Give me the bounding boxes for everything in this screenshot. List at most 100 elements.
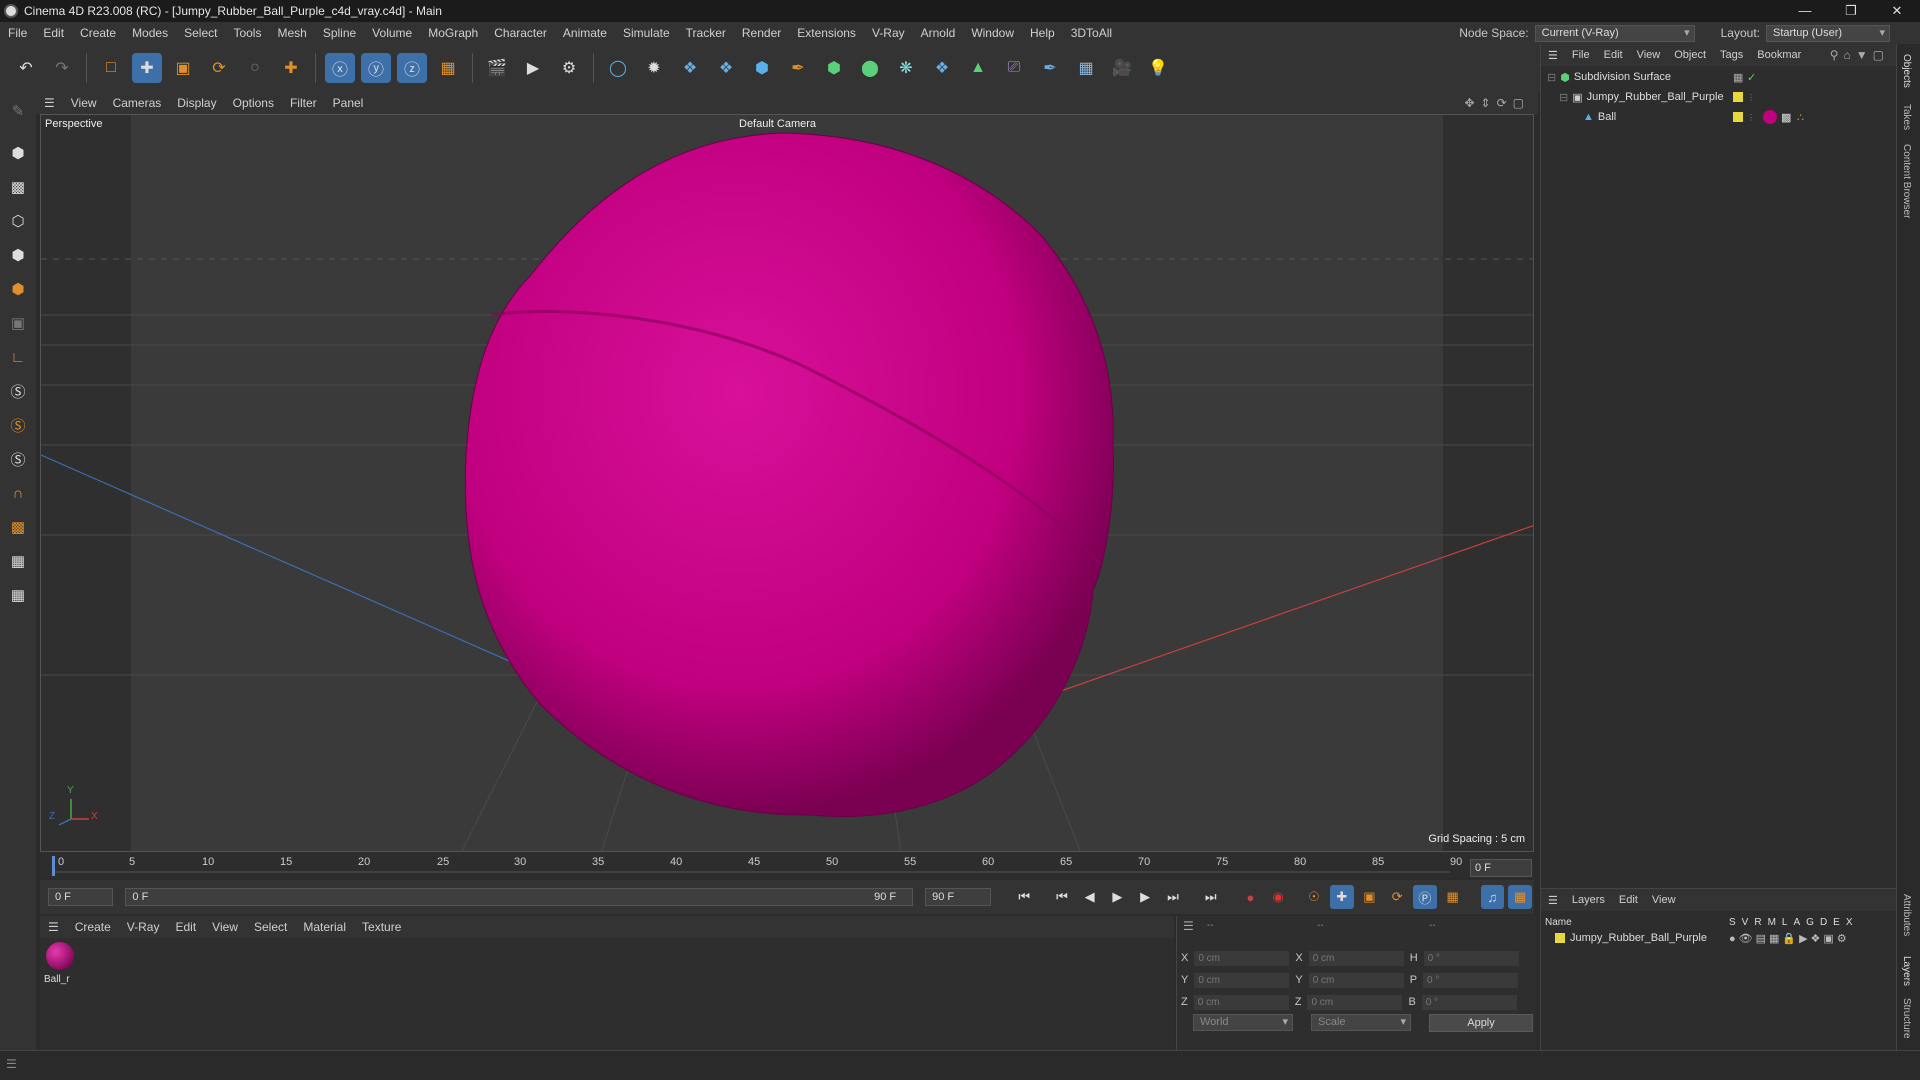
menu-tracker[interactable]: Tracker xyxy=(678,22,734,44)
magnet-icon[interactable]: ∩ xyxy=(3,478,33,508)
viewport-menu-options[interactable]: Options xyxy=(225,96,282,110)
redo-icon[interactable]: ↷ xyxy=(47,53,77,83)
material-menu-select[interactable]: Select xyxy=(246,920,295,934)
menu-character[interactable]: Character xyxy=(486,22,555,44)
maximize-button[interactable]: ❐ xyxy=(1828,0,1874,22)
menu-modes[interactable]: Modes xyxy=(124,22,176,44)
autokey-icon[interactable]: ◉ xyxy=(1266,885,1290,909)
axis-mode-icon[interactable]: ∟ xyxy=(3,342,33,372)
layer-menu-layers[interactable]: Layers xyxy=(1565,894,1612,906)
key-parameter-icon[interactable]: Ⓟ xyxy=(1413,885,1437,909)
checker-tag-icon[interactable]: ▩ xyxy=(1781,111,1791,124)
minimize-button[interactable]: — xyxy=(1782,0,1828,22)
object-menu-object[interactable]: Object xyxy=(1667,49,1713,61)
menu-select[interactable]: Select xyxy=(176,22,225,44)
menu-vray[interactable]: V-Ray xyxy=(864,22,913,44)
deformer-icon[interactable]: ▲ xyxy=(963,53,993,83)
size-mode-dropdown[interactable]: Scale xyxy=(1311,1014,1411,1031)
motion-system-icon[interactable]: ♫ xyxy=(1480,885,1505,909)
position-z-field[interactable]: 0 cm xyxy=(1193,994,1289,1010)
object-hamburger-icon[interactable]: ☰ xyxy=(1541,49,1565,62)
y-axis-lock-icon[interactable]: ⓨ xyxy=(361,53,391,83)
key-rotation-icon[interactable]: ⟳ xyxy=(1385,885,1409,909)
tab-content-browser[interactable]: Content Browser xyxy=(1901,144,1912,218)
object-menu-bookmarks[interactable]: Bookmar xyxy=(1750,49,1808,61)
menu-mesh[interactable]: Mesh xyxy=(269,22,314,44)
tab-attributes[interactable]: Attributes xyxy=(1901,894,1912,936)
apply-button[interactable]: Apply xyxy=(1429,1014,1533,1032)
visibility-dots-icon[interactable]: ⋮ xyxy=(1747,113,1755,122)
status-hamburger-icon[interactable]: ☰ xyxy=(6,1057,17,1071)
material-menu-texture[interactable]: Texture xyxy=(354,920,409,934)
play-icon[interactable]: ▶ xyxy=(1106,885,1130,909)
menu-extensions[interactable]: Extensions xyxy=(789,22,864,44)
next-frame-icon[interactable]: ▶ xyxy=(1133,885,1157,909)
object-menu-file[interactable]: File xyxy=(1565,49,1597,61)
render-view-icon[interactable]: 🎬 xyxy=(482,53,512,83)
edges-mode-icon[interactable]: ⬢ xyxy=(3,240,33,270)
material-hamburger-icon[interactable]: ☰ xyxy=(40,920,67,934)
viewport-menu-display[interactable]: Display xyxy=(169,96,224,110)
menu-window[interactable]: Window xyxy=(963,22,1022,44)
visibility-dots-icon[interactable]: ⋮ xyxy=(1747,93,1755,102)
extrude-generator-icon[interactable]: ⬤ xyxy=(855,53,885,83)
start-frame-field[interactable]: 0 F xyxy=(48,888,114,906)
polygons-mode-icon[interactable]: ⬢ xyxy=(3,274,33,304)
editor-visibility-icon[interactable]: ▦ xyxy=(1733,71,1743,84)
timeline-window-icon[interactable]: ▦ xyxy=(1508,885,1533,909)
layer-menu-view[interactable]: View xyxy=(1645,894,1683,906)
object-menu-view[interactable]: View xyxy=(1630,49,1668,61)
viewport-menu-filter[interactable]: Filter xyxy=(282,96,325,110)
key-scale-icon[interactable]: ▣ xyxy=(1358,885,1382,909)
render-settings-icon[interactable]: ⚙ xyxy=(554,53,584,83)
layout-dropdown[interactable]: Startup (User) xyxy=(1766,24,1890,42)
timeline-ruler[interactable]: 0 5 10 15 20 25 30 35 40 45 50 55 60 65 … xyxy=(40,852,1534,878)
menu-mograph[interactable]: MoGraph xyxy=(420,22,486,44)
world-coordinates-icon[interactable]: ▦ xyxy=(433,53,463,83)
x-axis-lock-icon[interactable]: ⓧ xyxy=(325,53,355,83)
layer-color-swatch[interactable] xyxy=(1555,933,1565,943)
menu-arnold[interactable]: Arnold xyxy=(913,22,964,44)
viewport-menu-view[interactable]: View xyxy=(63,96,105,110)
material-name[interactable]: Ball_r xyxy=(44,974,70,985)
object-search-icon[interactable]: ⚲⌂▼▢ xyxy=(1830,48,1889,62)
active-camera-label[interactable]: Default Camera xyxy=(739,118,816,130)
light-bulb-icon[interactable]: 💡 xyxy=(1143,53,1173,83)
key-position-icon[interactable]: ✚ xyxy=(1329,885,1354,909)
goto-end-icon[interactable]: ⏭ xyxy=(1199,885,1223,909)
size-z-field[interactable]: 0 cm xyxy=(1307,994,1403,1010)
rotation-b-field[interactable]: 0 ° xyxy=(1421,994,1517,1010)
environment-icon[interactable]: ✒ xyxy=(1035,53,1065,83)
scale-tool-icon[interactable]: ▣ xyxy=(168,53,198,83)
menu-edit[interactable]: Edit xyxy=(35,22,72,44)
python-script-icon[interactable]: ❖ xyxy=(675,53,705,83)
layer-color-swatch[interactable] xyxy=(1733,112,1743,122)
layer-hamburger-icon[interactable]: ☰ xyxy=(1541,894,1565,907)
rotation-p-field[interactable]: 0 ° xyxy=(1423,972,1519,988)
material-menu-create[interactable]: Create xyxy=(67,920,119,934)
preview-range-slider[interactable]: 0 F 90 F xyxy=(125,888,914,906)
grid-lock-icon[interactable]: ▦ xyxy=(3,546,33,576)
layer-row[interactable]: Jumpy_Rubber_Ball_Purple ●👁▤▦🔒▶❖▣⚙ xyxy=(1555,929,1891,947)
snap-settings-icon[interactable]: Ⓢ xyxy=(3,410,33,440)
menu-file[interactable]: File xyxy=(0,22,35,44)
tab-layers[interactable]: Layers xyxy=(1901,956,1912,986)
material-menu-vray[interactable]: V-Ray xyxy=(119,920,168,934)
tab-objects[interactable]: Objects xyxy=(1901,54,1912,88)
python-generator-icon[interactable]: ❖ xyxy=(927,53,957,83)
subdivision-surface-icon[interactable]: ⬢ xyxy=(819,53,849,83)
menu-animate[interactable]: Animate xyxy=(555,22,615,44)
prev-key-icon[interactable]: ⏮ xyxy=(1050,885,1074,909)
material-menu-material[interactable]: Material xyxy=(295,920,354,934)
menu-create[interactable]: Create xyxy=(72,22,124,44)
uv-mode-icon[interactable]: ▣ xyxy=(3,308,33,338)
viewport-nav-icons[interactable]: ✥⇕⟳▢ xyxy=(1464,96,1530,110)
object-row-jumpy-rubber-ball[interactable]: ⊟ ▣ Jumpy_Rubber_Ball_Purple ⋮ xyxy=(1559,88,1887,106)
make-editable-icon[interactable]: ✎ xyxy=(3,96,33,126)
coordinate-system-icon[interactable]: ✚ xyxy=(276,53,306,83)
close-button[interactable]: ✕ xyxy=(1874,0,1920,22)
viewport-hamburger-icon[interactable]: ☰ xyxy=(36,96,63,110)
coordinate-space-dropdown[interactable]: World xyxy=(1193,1014,1293,1031)
playhead[interactable] xyxy=(52,856,55,876)
object-row-subdivision-surface[interactable]: ⊟ ⬢ Subdivision Surface ▦ ✓ xyxy=(1547,68,1887,86)
